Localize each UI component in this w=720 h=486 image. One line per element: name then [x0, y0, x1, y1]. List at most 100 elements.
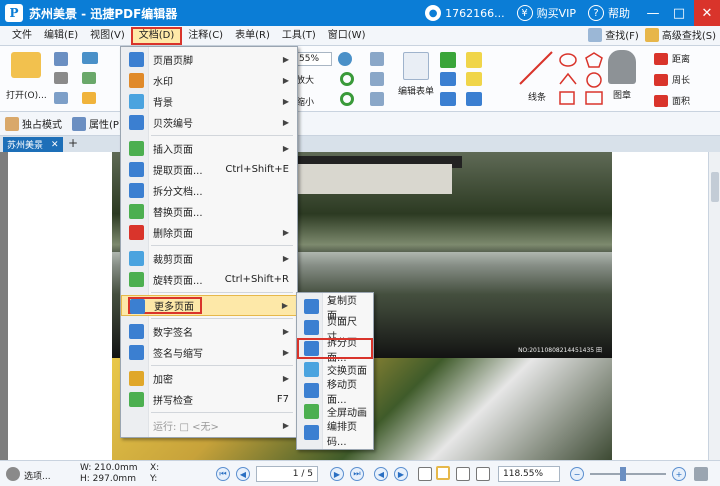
save-icon[interactable] — [54, 52, 68, 66]
stamp-button[interactable]: 图章 — [608, 50, 636, 101]
prev-page-button[interactable]: ◀ — [236, 467, 250, 481]
menu-comment[interactable]: 注释(C) — [182, 27, 229, 45]
menu-item-run[interactable]: 运行: □ <无> ▶ — [121, 415, 297, 436]
zoom-slider[interactable] — [590, 473, 666, 475]
zoom-slider-thumb[interactable] — [620, 467, 626, 481]
menu-item-sign-initials[interactable]: 签名与缩写 ▶ — [121, 342, 297, 363]
continuous-page-icon[interactable] — [436, 466, 450, 480]
menu-item-extract-pages[interactable]: 提取页面... Ctrl+Shift+E — [121, 159, 297, 180]
submenu-item-split-pages[interactable]: 拆分页面... — [297, 338, 373, 364]
image-tool-icon[interactable] — [370, 92, 384, 106]
menu-item-watermark[interactable]: 水印 ▶ — [121, 70, 297, 91]
menu-edit[interactable]: 编辑(E) — [38, 27, 84, 45]
menu-window[interactable]: 窗口(W) — [322, 27, 372, 45]
zoom-in-label[interactable]: 放大 — [296, 73, 314, 86]
line-tool-label[interactable]: 线条 — [528, 90, 546, 103]
menu-item-crop-pages[interactable]: 裁剪页面 ▶ — [121, 248, 297, 269]
find-button[interactable]: 查找(F) — [588, 27, 639, 42]
edit-form-button[interactable]: 编辑表单 — [398, 52, 434, 97]
zoom-combo[interactable]: 55% — [296, 52, 332, 66]
user-phone[interactable]: 1762166... — [445, 7, 504, 20]
last-page-button[interactable]: ⏭ — [350, 467, 364, 481]
email-icon[interactable] — [82, 52, 98, 64]
help-icon[interactable]: ? — [588, 5, 604, 21]
continuous-facing-icon[interactable] — [476, 467, 490, 481]
menu-item-digital-signature[interactable]: 数字签名 ▶ — [121, 321, 297, 342]
typewriter-icon[interactable] — [440, 52, 456, 68]
menu-item-insert-pages[interactable]: 插入页面 ▶ — [121, 138, 297, 159]
note-icon[interactable] — [466, 52, 482, 68]
shape-tools-icon[interactable] — [556, 50, 608, 108]
snapshot-icon[interactable] — [54, 92, 68, 104]
perimeter-icon — [654, 73, 668, 86]
single-page-icon[interactable] — [418, 467, 432, 481]
menu-document[interactable]: 文档(D) — [130, 26, 183, 45]
print-icon[interactable] — [54, 72, 68, 84]
menu-item-delete-pages[interactable]: 删除页面 ▶ — [121, 222, 297, 243]
text-box-icon[interactable] — [370, 72, 384, 86]
line-tool-icon[interactable] — [518, 50, 554, 86]
minimize-button[interactable]: — — [642, 0, 664, 26]
vip-icon[interactable]: ¥ — [516, 5, 533, 21]
menu-form[interactable]: 表单(R) — [229, 27, 276, 45]
menu-item-header-footer[interactable]: 页眉页脚 ▶ — [121, 49, 297, 70]
submenu-item-move-pages[interactable]: 移动页面... — [297, 380, 373, 406]
zoom-combo-value: 55% — [299, 54, 320, 64]
text-tool-icon[interactable] — [370, 52, 384, 66]
first-page-button[interactable]: ⏮ — [216, 467, 230, 481]
undo-icon[interactable] — [82, 72, 96, 84]
menu-item-split-document[interactable]: 拆分文档... — [121, 180, 297, 201]
menu-item-background[interactable]: 背景 ▶ — [121, 91, 297, 112]
more-pages-submenu: 复制页面... 页面尺寸... 拆分页面... 交换页面 移动页面... 全屏动… — [296, 292, 374, 450]
menu-view[interactable]: 视图(V) — [84, 27, 131, 45]
strikeout-icon[interactable] — [440, 72, 456, 86]
app-logo-icon: P — [5, 4, 23, 22]
rotate-right-icon[interactable] — [340, 92, 354, 106]
maximize-button[interactable]: □ — [668, 0, 690, 26]
forward-button[interactable]: ▶ — [394, 467, 408, 481]
back-button[interactable]: ◀ — [374, 467, 388, 481]
exclusive-mode-button[interactable]: 独占模式 — [5, 116, 62, 131]
options-button[interactable]: 选项... — [24, 469, 51, 482]
rotate-left-icon[interactable] — [340, 72, 354, 86]
perimeter-tool[interactable]: 周长 — [654, 73, 690, 86]
menu-item-rotate-pages[interactable]: 旋转页面... Ctrl+Shift+R — [121, 269, 297, 290]
stamp-icon — [608, 50, 636, 84]
menu-item-more-pages[interactable]: 更多页面 ▶ — [121, 295, 297, 316]
close-button[interactable]: ✕ — [694, 0, 720, 26]
facing-page-icon[interactable] — [456, 467, 470, 481]
zoom-in-button[interactable]: + — [672, 467, 686, 481]
zoom-level-input[interactable]: 118.55% — [498, 466, 560, 482]
tab-close-icon[interactable]: ✕ — [51, 140, 59, 150]
fullscreen-icon[interactable] — [694, 467, 708, 481]
menu-item-spell-check[interactable]: 拼写检查 F7 — [121, 389, 297, 410]
help-link[interactable]: 帮助 — [608, 5, 630, 21]
scrollbar-thumb[interactable] — [711, 172, 719, 202]
sound-icon[interactable] — [466, 92, 482, 106]
open-button[interactable]: 打开(O)... — [6, 52, 47, 101]
vertical-scrollbar[interactable] — [708, 152, 720, 460]
buy-vip-link[interactable]: 购买VIP — [537, 5, 576, 21]
new-doc-icon[interactable] — [82, 92, 96, 104]
options-gear-icon[interactable] — [6, 467, 20, 481]
area-label: 面积 — [672, 97, 691, 107]
menu-item-bates-numbering[interactable]: 贝茨编号 ▶ — [121, 112, 297, 133]
advanced-find-button[interactable]: 高级查找(S) — [644, 27, 716, 42]
menu-item-encrypt[interactable]: 加密 ▶ — [121, 368, 297, 389]
area-tool[interactable]: 面积 — [654, 94, 690, 107]
menu-item-replace-pages[interactable]: 替换页面... — [121, 201, 297, 222]
underline-icon[interactable] — [440, 92, 456, 106]
new-tab-button[interactable]: + — [66, 136, 80, 151]
menu-file[interactable]: 文件 — [6, 27, 38, 45]
page-number-input[interactable]: 1 / 5 — [256, 466, 318, 482]
distance-tool[interactable]: 距离 — [654, 52, 690, 65]
zoom-in-icon[interactable] — [338, 52, 352, 66]
text-comment-icon[interactable] — [466, 72, 482, 86]
zoom-out-label[interactable]: 缩小 — [296, 95, 314, 108]
user-avatar-icon[interactable]: ● — [425, 5, 442, 21]
document-tab[interactable]: 苏州美景 ✕ — [3, 137, 63, 152]
submenu-item-number-pages[interactable]: 编排页码... — [297, 422, 373, 448]
next-page-button[interactable]: ▶ — [330, 467, 344, 481]
menu-tools[interactable]: 工具(T) — [276, 27, 322, 45]
zoom-out-button[interactable]: − — [570, 467, 584, 481]
